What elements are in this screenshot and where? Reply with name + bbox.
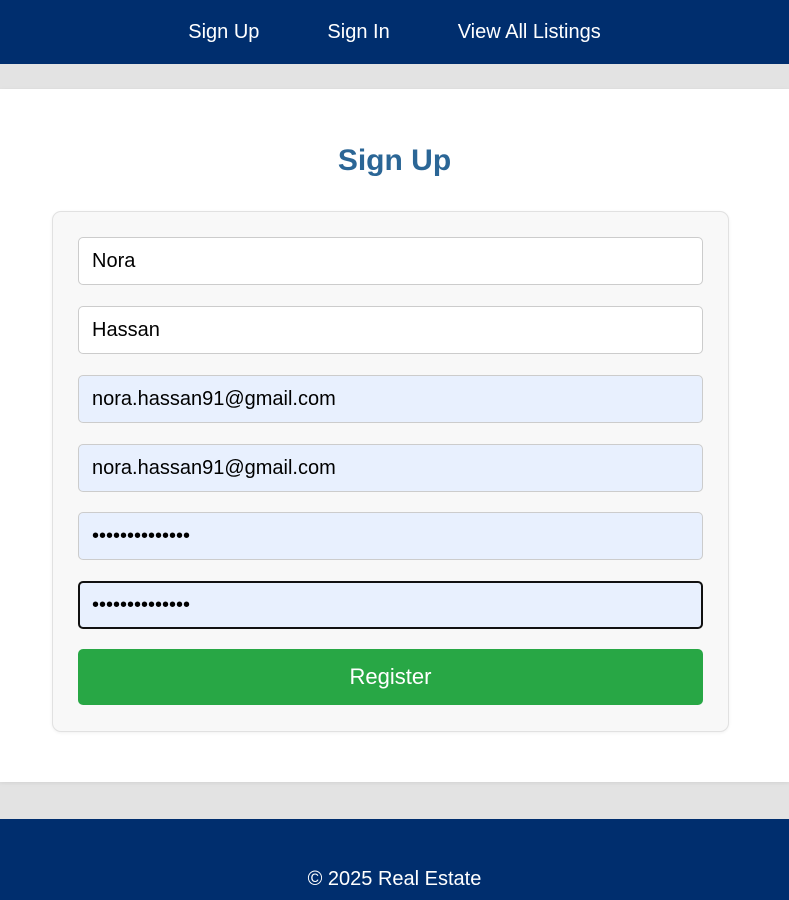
signup-form: Register xyxy=(52,211,729,732)
last-name-field[interactable] xyxy=(78,306,703,354)
nav-link-sign-in[interactable]: Sign In xyxy=(327,21,389,44)
top-navbar: Sign Up Sign In View All Listings xyxy=(0,0,789,64)
footer-copyright: © 2025 Real Estate xyxy=(307,868,482,890)
register-button[interactable]: Register xyxy=(78,649,703,705)
main-content-panel: Sign Up Register xyxy=(0,89,789,782)
page-title: Sign Up xyxy=(337,144,452,177)
nav-link-sign-up[interactable]: Sign Up xyxy=(188,21,259,44)
nav-link-view-all-listings[interactable]: View All Listings xyxy=(458,21,601,44)
confirm-password-field[interactable] xyxy=(78,581,703,629)
password-field[interactable] xyxy=(78,512,703,560)
email-field[interactable] xyxy=(78,375,703,423)
page-footer: © 2025 Real Estate xyxy=(0,819,789,900)
confirm-email-field[interactable] xyxy=(78,444,703,492)
first-name-field[interactable] xyxy=(78,237,703,285)
